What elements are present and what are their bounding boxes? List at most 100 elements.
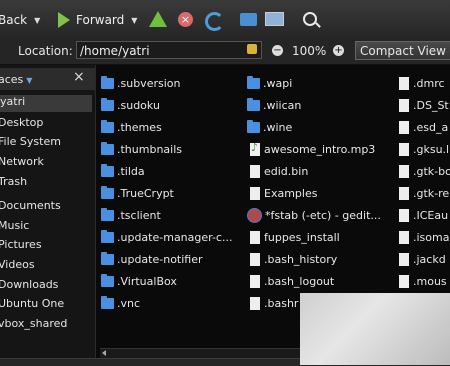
search-icon[interactable] xyxy=(303,12,317,26)
list-item[interactable]: edid.bin xyxy=(250,162,308,180)
list-item[interactable]: .vnc xyxy=(101,294,140,312)
folder-icon xyxy=(101,185,114,199)
folder-icon xyxy=(247,119,260,133)
folder-icon xyxy=(101,141,114,155)
location-bar: Location: /home/yatri − 100% + Compact V… xyxy=(0,38,450,65)
sidebar-item-pictures[interactable]: Pictures xyxy=(0,238,42,251)
zoom-out-icon[interactable]: − xyxy=(272,45,283,56)
sidebar-item-videos[interactable]: Videos xyxy=(0,258,35,271)
file-name: .DS_St xyxy=(413,98,449,112)
sidebar-item-file-system[interactable]: File System xyxy=(0,135,61,148)
list-item[interactable]: .TrueCrypt xyxy=(101,184,174,202)
folder-icon xyxy=(101,295,114,309)
sidebar-item-vbox-shared[interactable]: vbox_shared xyxy=(0,317,67,330)
file-icon xyxy=(399,76,409,90)
list-item[interactable]: .tilda xyxy=(101,162,145,180)
folder-icon xyxy=(101,75,114,89)
sidebar-item-desktop[interactable]: Desktop xyxy=(0,116,43,129)
sidebar-type-select[interactable]: aces ▼ xyxy=(0,73,32,86)
list-item[interactable]: .thumbnails xyxy=(101,140,182,158)
computer-icon[interactable] xyxy=(265,12,284,26)
watermark-overlay xyxy=(300,293,450,365)
reload-icon[interactable] xyxy=(205,12,224,31)
file-name: .wine xyxy=(263,120,293,134)
close-icon[interactable]: × xyxy=(73,69,85,85)
list-item[interactable]: .tsclient xyxy=(101,206,161,224)
list-item[interactable]: .wiican xyxy=(247,96,301,114)
list-item[interactable]: .dmrc xyxy=(399,74,445,92)
forward-history-chevron-icon[interactable]: ▼ xyxy=(131,16,137,25)
back-history-chevron-icon[interactable]: ▼ xyxy=(34,16,40,25)
forward-arrow-icon xyxy=(58,12,70,28)
list-item[interactable]: .jackd xyxy=(399,250,446,268)
file-icon xyxy=(399,120,409,134)
list-item[interactable]: .bash_history xyxy=(250,250,337,268)
file-name: .bashr xyxy=(264,296,299,310)
list-item[interactable]: .mous xyxy=(399,272,447,290)
list-item[interactable]: .update-notifier xyxy=(101,250,203,268)
file-icon xyxy=(399,98,409,112)
list-item[interactable]: .wine xyxy=(247,118,292,136)
list-item[interactable]: .DS_St xyxy=(399,96,449,114)
up-arrow-icon[interactable] xyxy=(149,11,167,27)
list-item[interactable]: .subversion xyxy=(101,74,180,92)
file-name: .bash_logout xyxy=(264,274,335,288)
folder-icon xyxy=(101,251,114,265)
list-item[interactable]: .gksu.l xyxy=(399,140,449,158)
view-mode-select[interactable]: Compact View xyxy=(355,41,450,60)
main-toolbar: Back ▼ Forward ▼ × xyxy=(0,0,450,39)
list-item[interactable]: .wapi xyxy=(247,74,292,92)
file-icon xyxy=(250,230,260,244)
file-name: .esd_a xyxy=(413,120,449,134)
sidebar-item-ubuntu-one[interactable]: Ubuntu One xyxy=(0,297,64,310)
list-item[interactable]: .gtk-re xyxy=(399,184,449,202)
file-icon xyxy=(399,186,409,200)
folder-icon xyxy=(101,163,114,177)
home-folder-icon[interactable] xyxy=(240,13,257,26)
list-item[interactable]: Examples xyxy=(250,184,317,202)
folder-icon xyxy=(247,75,260,89)
file-name: .gtk-bo xyxy=(413,164,450,178)
list-item[interactable]: .gtk-bo xyxy=(399,162,450,180)
list-item[interactable]: fuppes_install xyxy=(250,228,340,246)
list-item[interactable]: awesome_intro.mp3 xyxy=(250,140,375,158)
file-icon xyxy=(399,252,409,266)
list-item[interactable]: .sudoku xyxy=(101,96,160,114)
folder-icon xyxy=(247,97,260,111)
list-item[interactable]: .ICEau xyxy=(399,206,448,224)
list-item[interactable]: *fstab (-etc) - gedit... xyxy=(247,206,381,224)
sidebar-item-music[interactable]: Music xyxy=(0,219,29,232)
edit-path-icon[interactable] xyxy=(247,44,257,54)
list-item[interactable]: .esd_a xyxy=(399,118,448,136)
folder-icon xyxy=(101,229,114,243)
sidebar-item-trash[interactable]: Trash xyxy=(0,175,27,188)
file-name: .mous xyxy=(413,274,447,288)
file-icon xyxy=(250,252,260,266)
sidebar-item-documents[interactable]: Documents xyxy=(0,199,61,212)
back-button[interactable]: Back ▼ xyxy=(0,9,40,31)
list-item[interactable]: .VirtualBox xyxy=(101,272,177,290)
sidebar-item-yatri[interactable]: yatri xyxy=(0,95,92,112)
forward-button[interactable]: Forward ▼ xyxy=(58,9,137,31)
file-name: .themes xyxy=(117,120,162,134)
file-name: .isoma xyxy=(413,230,450,244)
sidebar-item-network[interactable]: Network xyxy=(0,155,44,168)
list-item[interactable]: .update-manager-c... xyxy=(101,228,232,246)
file-icon xyxy=(399,208,409,222)
file-icon xyxy=(399,164,409,178)
file-name: .update-manager-c... xyxy=(117,230,233,244)
scroll-left-icon[interactable] xyxy=(102,350,106,356)
stop-icon[interactable]: × xyxy=(178,12,193,27)
location-input[interactable]: /home/yatri xyxy=(76,41,262,59)
sidebar-item-downloads[interactable]: Downloads xyxy=(0,278,58,291)
horizontal-scrollbar[interactable] xyxy=(100,348,300,358)
forward-label: Forward xyxy=(76,13,125,27)
file-name: .bash_history xyxy=(264,252,338,266)
zoom-in-icon[interactable]: + xyxy=(333,45,344,56)
list-item[interactable]: .themes xyxy=(101,118,162,136)
list-item[interactable]: .bashr xyxy=(250,294,298,312)
list-item[interactable]: .bash_logout xyxy=(250,272,334,290)
places-sidebar: aces ▼ × yatri Desktop File System Networ… xyxy=(0,65,96,365)
list-item[interactable]: .isoma xyxy=(399,228,449,246)
file-name: .gtk-re xyxy=(413,186,450,200)
